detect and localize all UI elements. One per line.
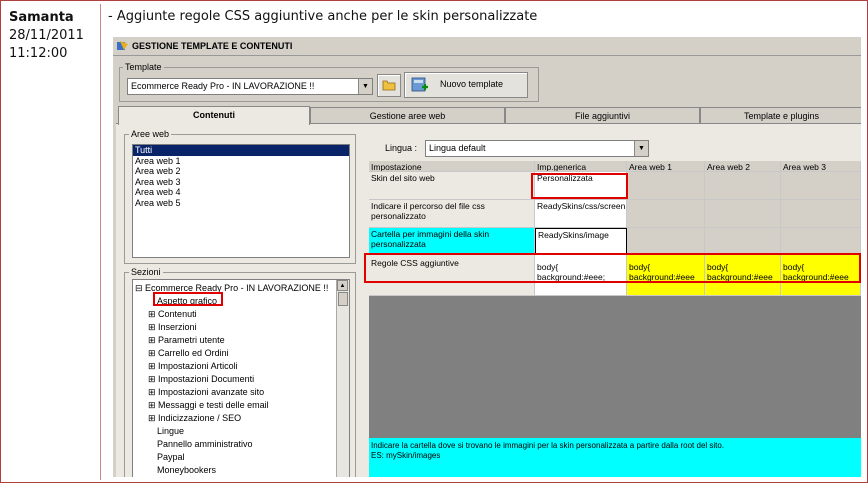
tree-item-label: Impostazioni Documenti bbox=[158, 374, 255, 384]
window-title: GESTIONE TEMPLATE E CONTENUTI bbox=[132, 41, 293, 51]
grid-cell-setting: Skin del sito web bbox=[369, 172, 535, 200]
tree-item-label: Inserzioni bbox=[158, 322, 197, 332]
tree-item[interactable]: ⊞ Indicizzazione / SEO bbox=[148, 412, 241, 424]
grid-cell-setting: Cartella per immagini della skin persona… bbox=[369, 228, 535, 254]
tree-item[interactable]: ⊞ Carrello ed Ordini bbox=[148, 347, 229, 359]
tree-item-label: Impostazioni avanzate sito bbox=[158, 387, 265, 397]
grid-cell[interactable] bbox=[781, 228, 861, 254]
grid-cell-generic[interactable]: ReadySkins/image bbox=[535, 228, 627, 254]
template-group-label: Template bbox=[123, 62, 164, 72]
scroll-thumb[interactable] bbox=[338, 292, 348, 306]
grid-header: Area web 2 bbox=[705, 161, 781, 172]
tree-item-label: Carrello ed Ordini bbox=[158, 348, 229, 358]
grid-header: Area web 3 bbox=[781, 161, 861, 172]
grid-header: Area web 1 bbox=[627, 161, 705, 172]
grid-cell[interactable] bbox=[781, 172, 861, 200]
aree-web-list[interactable]: Tutti Area web 1 Area web 2 Area web 3 A… bbox=[132, 144, 350, 258]
tree-item-label: Paypal bbox=[157, 452, 185, 462]
app-icon bbox=[117, 41, 128, 50]
window-titlebar: GESTIONE TEMPLATE E CONTENUTI bbox=[113, 37, 861, 56]
list-item[interactable]: Area web 1 bbox=[133, 156, 349, 167]
tree-item[interactable]: ⊞ Impostazioni avanzate sito bbox=[148, 386, 264, 398]
post-text: - Aggiunte regole CSS aggiuntive anche p… bbox=[108, 9, 538, 24]
highlight-skin-value bbox=[531, 173, 628, 199]
chevron-down-icon[interactable]: ▼ bbox=[634, 141, 648, 156]
tree-item-label: Moneybookers bbox=[157, 465, 217, 475]
grid-cell-setting: Indicare il percorso del file css person… bbox=[369, 200, 535, 228]
tab-contenuti[interactable]: Contenuti bbox=[118, 106, 310, 125]
description-panel: Indicare la cartella dove si trovano le … bbox=[369, 438, 861, 477]
grid-cell[interactable] bbox=[627, 228, 705, 254]
tree-item-label: Pannello amministrativo bbox=[157, 439, 253, 449]
open-folder-button[interactable] bbox=[377, 74, 401, 97]
tree-item[interactable]: Moneybookers bbox=[157, 464, 216, 476]
tree-item[interactable]: ⊞ Messaggi e testi delle email bbox=[148, 399, 269, 411]
folder-icon bbox=[382, 80, 396, 91]
post-date: 28/11/2011 bbox=[9, 28, 84, 43]
new-template-label: Nuovo template bbox=[440, 79, 504, 89]
grid-header: Impostazione bbox=[369, 161, 535, 172]
template-select-value: Ecommerce Ready Pro - IN LAVORAZIONE !! bbox=[131, 81, 315, 91]
new-template-icon bbox=[411, 77, 428, 92]
tab-gestione-aree-web[interactable]: Gestione aree web bbox=[310, 107, 505, 124]
column-divider bbox=[100, 4, 101, 480]
grid-cell[interactable] bbox=[781, 200, 861, 228]
tree-item-label: Impostazioni Articoli bbox=[158, 361, 238, 371]
scroll-up-icon[interactable]: ▲ bbox=[337, 280, 348, 291]
tree-item-label: Contenuti bbox=[158, 309, 197, 319]
description-line: Indicare la cartella dove si trovano le … bbox=[371, 441, 725, 450]
grid-cell[interactable] bbox=[627, 172, 705, 200]
lingua-label: Lingua : bbox=[385, 143, 418, 153]
sezioni-tree[interactable]: ⊟ Ecommerce Ready Pro - IN LAVORAZIONE !… bbox=[132, 279, 350, 477]
tree-item-label: Messaggi e testi delle email bbox=[158, 400, 269, 410]
lingua-select[interactable]: Lingua default ▼ bbox=[425, 140, 649, 157]
tree-item[interactable]: ⊞ Impostazioni Articoli bbox=[148, 360, 238, 372]
template-select[interactable]: Ecommerce Ready Pro - IN LAVORAZIONE !! … bbox=[127, 78, 373, 95]
lingua-select-value: Lingua default bbox=[429, 143, 486, 153]
tree-item[interactable]: ⊞ Impostazioni Documenti bbox=[148, 373, 254, 385]
grid-cell-generic[interactable]: ReadySkins/css/screen.css bbox=[535, 200, 627, 228]
list-item[interactable]: Area web 5 bbox=[133, 198, 349, 209]
tree-item-label: Parametri utente bbox=[158, 335, 225, 345]
list-item[interactable]: Area web 4 bbox=[133, 187, 349, 198]
tab-file-aggiuntivi[interactable]: File aggiuntivi bbox=[505, 107, 700, 124]
tree-item[interactable]: Pannello amministrativo bbox=[157, 438, 253, 450]
app-screenshot: GESTIONE TEMPLATE E CONTENUTI Template E… bbox=[113, 37, 861, 477]
grid-cell[interactable] bbox=[705, 200, 781, 228]
post-meta: Samanta 28/11/2011 11:12:00 bbox=[9, 9, 84, 63]
forum-post: Samanta 28/11/2011 11:12:00 - Aggiunte r… bbox=[0, 0, 868, 483]
tree-scrollbar[interactable]: ▲ bbox=[336, 280, 349, 477]
grid-cell[interactable] bbox=[705, 228, 781, 254]
grid-cell[interactable] bbox=[705, 172, 781, 200]
post-time: 11:12:00 bbox=[9, 46, 68, 61]
tree-item-label: Lingue bbox=[157, 426, 185, 436]
tree-item[interactable]: Paypal bbox=[157, 451, 185, 463]
grid-cell[interactable] bbox=[627, 200, 705, 228]
author-name: Samanta bbox=[9, 10, 74, 25]
tree-item[interactable]: ⊞ Inserzioni bbox=[148, 321, 197, 333]
tree-item[interactable]: ⊞ Parametri utente bbox=[148, 334, 225, 346]
tab-template-plugins[interactable]: Template e plugins bbox=[700, 107, 861, 124]
chevron-down-icon[interactable]: ▼ bbox=[358, 79, 372, 94]
tree-item[interactable]: Lingue bbox=[157, 425, 184, 437]
list-item[interactable]: Tutti bbox=[133, 145, 349, 156]
list-item[interactable]: Area web 3 bbox=[133, 177, 349, 188]
new-template-button[interactable]: Nuovo template bbox=[404, 72, 528, 98]
tree-item-label: Indicizzazione / SEO bbox=[158, 413, 242, 423]
highlight-css-row bbox=[364, 253, 861, 283]
grid-header: Imp.generica bbox=[535, 161, 627, 172]
highlight-aspetto-grafico bbox=[153, 292, 223, 306]
tree-item[interactable]: ⊞ Contenuti bbox=[148, 308, 197, 320]
aree-web-label: Aree web bbox=[129, 129, 172, 139]
sezioni-label: Sezioni bbox=[129, 267, 163, 277]
list-item[interactable]: Area web 2 bbox=[133, 166, 349, 177]
description-example: ES: mySkin/images bbox=[371, 451, 441, 460]
